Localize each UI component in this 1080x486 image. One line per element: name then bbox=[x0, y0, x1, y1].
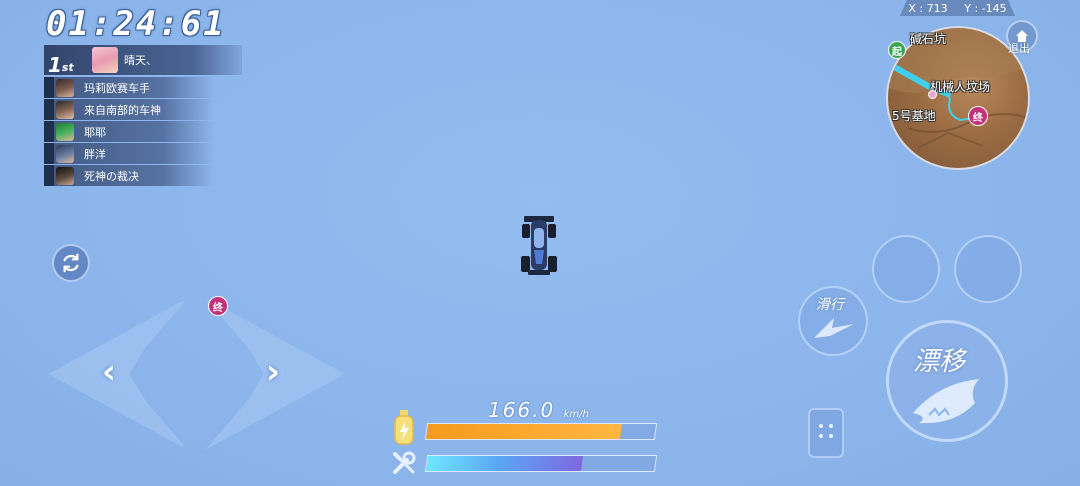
rank-position bbox=[44, 99, 54, 120]
minimap-terrain bbox=[888, 28, 1028, 149]
rank-position bbox=[44, 143, 54, 164]
coord-x: X : 713 bbox=[908, 1, 948, 15]
chevron-right-icon: › bbox=[266, 352, 281, 392]
rank-number: 1 bbox=[48, 53, 62, 77]
glide-label: 滑行 bbox=[816, 297, 844, 313]
glide-button[interactable]: 滑行 bbox=[798, 286, 868, 356]
ranking-row: 死神の裁决 bbox=[44, 165, 214, 186]
speed-readout: 166.0 km/h bbox=[488, 398, 589, 422]
ranking-list: 1st 晴天、 玛莉欧赛车手 来自南部的车神 耶耶 胖洋 死神の裁决 bbox=[44, 45, 244, 187]
map-label: 碱石坑 bbox=[910, 32, 947, 46]
durability-bar-fill bbox=[425, 456, 584, 471]
coord-y: Y : -145 bbox=[964, 1, 1007, 15]
avatar bbox=[92, 47, 118, 73]
steer-left-button[interactable] bbox=[48, 298, 188, 450]
drift-button[interactable]: 漂移 bbox=[886, 320, 1008, 442]
speed-unit: km/h bbox=[563, 409, 589, 420]
player-car bbox=[521, 216, 557, 275]
player-marker-icon bbox=[928, 90, 937, 99]
avatar bbox=[56, 100, 74, 119]
pedal-icon bbox=[819, 424, 833, 438]
rank-suffix: st bbox=[61, 61, 74, 74]
player-name: 死神の裁决 bbox=[84, 169, 139, 183]
nitro-bottle-icon bbox=[394, 410, 414, 445]
rank-position bbox=[44, 165, 54, 186]
finish-marker-badge: 终 bbox=[208, 296, 228, 316]
rank-position bbox=[44, 121, 54, 142]
ranking-row: 来自南部的车神 bbox=[44, 99, 214, 120]
ranking-row: 耶耶 bbox=[44, 121, 214, 142]
player-name: 晴天、 bbox=[124, 54, 157, 67]
item-slot-button-1[interactable] bbox=[872, 235, 940, 303]
repair-tools-icon bbox=[393, 451, 416, 474]
avatar bbox=[56, 122, 74, 141]
player-name: 玛莉欧赛车手 bbox=[84, 81, 150, 95]
player-name: 耶耶 bbox=[84, 125, 106, 139]
wing-icon bbox=[814, 318, 854, 338]
ranking-row: 玛莉欧赛车手 bbox=[44, 77, 214, 98]
brake-pedal-button[interactable] bbox=[808, 408, 844, 458]
coordinates-readout: X : 713 Y : -145 bbox=[900, 0, 1015, 16]
start-marker-badge: 起 bbox=[888, 41, 906, 59]
exit-label: 退出 bbox=[1008, 42, 1030, 55]
speed-value: 166.0 bbox=[488, 398, 556, 422]
ranking-row: 胖洋 bbox=[44, 143, 214, 164]
durability-bar bbox=[424, 455, 658, 472]
refresh-icon bbox=[63, 253, 79, 273]
minimap-finish-badge: 终 bbox=[968, 106, 988, 126]
player-name: 来自南部的车神 bbox=[84, 103, 161, 117]
avatar bbox=[56, 166, 74, 185]
nitro-bar-fill bbox=[425, 424, 622, 439]
ranking-row-first: 1st 晴天、 bbox=[44, 45, 242, 75]
shark-icon bbox=[913, 379, 979, 424]
race-timer: 01:24:61 bbox=[46, 4, 226, 44]
nitro-bar bbox=[424, 423, 658, 440]
reset-button[interactable] bbox=[52, 244, 90, 282]
avatar bbox=[56, 78, 74, 97]
player-name: 胖洋 bbox=[84, 147, 106, 161]
map-label: 5号基地 bbox=[892, 109, 936, 123]
map-label: 机械人坟场 bbox=[930, 80, 991, 94]
item-slot-button-2[interactable] bbox=[954, 235, 1022, 303]
rank-position bbox=[44, 77, 54, 98]
rank-position: 1st bbox=[44, 45, 82, 75]
chevron-left-icon: ‹ bbox=[102, 352, 117, 392]
avatar bbox=[56, 144, 74, 163]
